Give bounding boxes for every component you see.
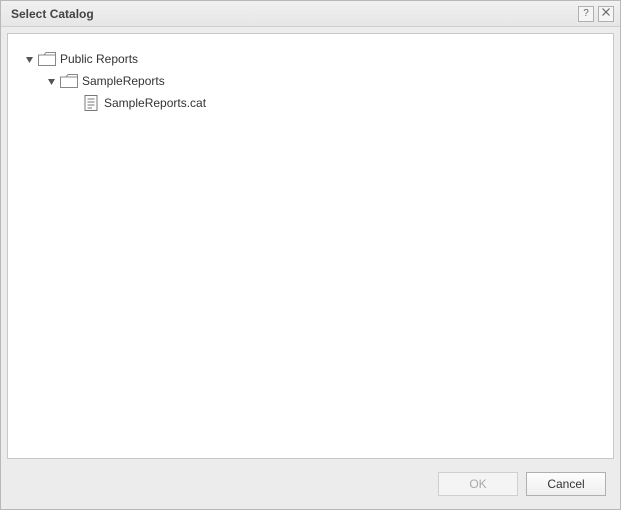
tree-node-catalog-file[interactable]: SampleReports.cat (22, 92, 603, 114)
chevron-down-icon[interactable] (22, 52, 36, 66)
chevron-down-icon[interactable] (44, 74, 58, 88)
close-icon (602, 8, 610, 19)
tree-node-label: SampleReports.cat (104, 96, 206, 110)
cancel-button[interactable]: Cancel (526, 472, 606, 496)
tree-node-sample-reports[interactable]: SampleReports (22, 70, 603, 92)
tree-leaf-spacer (66, 96, 80, 110)
tree-node-public-reports[interactable]: Public Reports (22, 48, 603, 70)
tree-panel: Public Reports (7, 33, 614, 459)
tree-node-label: Public Reports (60, 52, 138, 66)
tree-node-label: SampleReports (82, 74, 165, 88)
titlebar: Select Catalog ? (1, 1, 620, 27)
catalog-file-icon (82, 95, 100, 111)
help-icon: ? (583, 9, 589, 19)
dialog-footer: OK Cancel (1, 465, 620, 509)
dialog-title: Select Catalog (11, 7, 574, 21)
folder-icon (60, 73, 78, 89)
folder-icon (38, 51, 56, 67)
select-catalog-dialog: Select Catalog ? (0, 0, 621, 510)
help-button[interactable]: ? (578, 6, 594, 22)
close-button[interactable] (598, 6, 614, 22)
ok-button[interactable]: OK (438, 472, 518, 496)
catalog-tree: Public Reports (22, 48, 603, 114)
